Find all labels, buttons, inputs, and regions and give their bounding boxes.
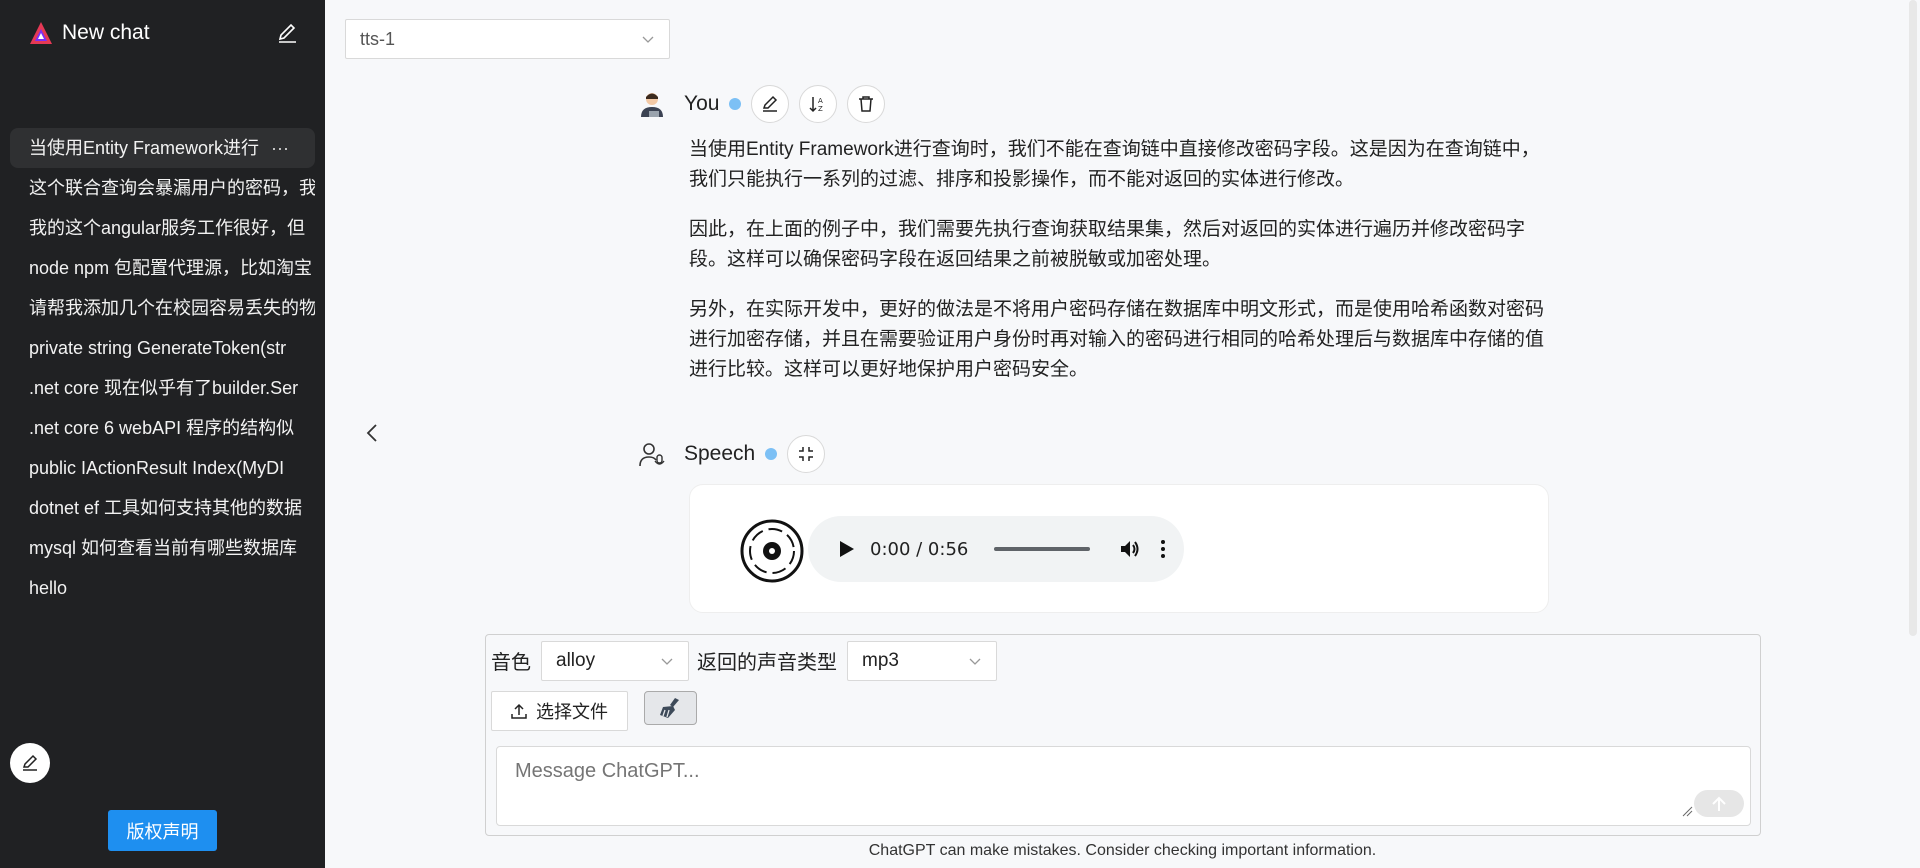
- collapse-sidebar-icon[interactable]: [362, 422, 384, 444]
- history-item-label: 当使用Entity Framework进行: [29, 138, 260, 158]
- fullscreen-button[interactable]: [787, 435, 826, 473]
- app-logo-icon: [30, 22, 52, 44]
- choose-file-button[interactable]: 选择文件: [491, 691, 628, 731]
- audio-time: 0:00 / 0:56: [870, 538, 969, 560]
- history-item-label: .net core 6 webAPI 程序的结构似: [29, 418, 295, 438]
- voice-avatar-icon: [639, 443, 665, 467]
- history-item[interactable]: .net core 现在似乎有了builder.Ser: [10, 368, 315, 408]
- arrow-up-icon: [1712, 796, 1726, 811]
- sidebar-header[interactable]: New chat: [28, 18, 300, 48]
- upload-icon: [511, 703, 527, 719]
- resize-grip-icon[interactable]: [1681, 805, 1693, 817]
- music-disc-icon: [740, 519, 804, 583]
- compose-panel: 音色 alloy 返回的声音类型 mp3 选择文件: [485, 634, 1761, 836]
- main-scrollbar[interactable]: [1906, 0, 1920, 636]
- history-item-label: 我的这个angular服务工作很好，但: [29, 218, 306, 238]
- message-input[interactable]: [496, 746, 1751, 826]
- compress-icon: [799, 447, 814, 461]
- status-dot: [765, 448, 778, 460]
- message-paragraph: 当使用Entity Framework进行查询时，我们不能在查询链中直接修改密码…: [689, 139, 1540, 190]
- history-item-label: public IActionResult Index(MyDI: [29, 458, 285, 478]
- history-item[interactable]: node npm 包配置代理源，比如淘宝: [10, 248, 315, 288]
- sort-ascending-icon: A Z: [809, 97, 823, 113]
- history-item[interactable]: mysql 如何查看当前有哪些数据库: [10, 528, 315, 568]
- user-message-header: You A Z: [638, 85, 886, 123]
- more-vertical-icon[interactable]: [1156, 537, 1170, 561]
- history-item-label: .net core 现在似乎有了builder.Ser: [29, 378, 299, 398]
- history-item[interactable]: dotnet ef 工具如何支持其他的数据: [10, 488, 315, 528]
- history-item-label: 请帮我添加几个在校园容易丢失的物: [29, 298, 315, 318]
- history-item[interactable]: 当使用Entity Framework进行 ···: [10, 128, 315, 168]
- pencil-icon: [763, 95, 778, 112]
- message-paragraph: 因此，在上面的例子中，我们需要先执行查询获取结果集，然后对返回的实体进行遍历并修…: [689, 219, 1526, 270]
- trash-icon: [859, 96, 874, 112]
- history-item[interactable]: 这个联合查询会暴漏用户的密码，我: [10, 168, 315, 208]
- chevron-down-icon: [969, 658, 981, 665]
- history-item[interactable]: public IActionResult Index(MyDI: [10, 448, 315, 488]
- audio-progress-slider[interactable]: [994, 547, 1091, 551]
- history-item[interactable]: 请帮我添加几个在校园容易丢失的物: [10, 288, 315, 328]
- user-message-body: 当使用Entity Framework进行查询时，我们不能在查询链中直接修改密码…: [689, 135, 1551, 405]
- history-item-label: dotnet ef 工具如何支持其他的数据: [29, 498, 303, 518]
- sidebar: New chat 当使用Entity Framework进行 ··· 这个联合查…: [0, 0, 325, 868]
- more-options-icon[interactable]: ···: [271, 128, 289, 168]
- voice-select-value: alloy: [556, 650, 596, 671]
- model-select[interactable]: tts-1: [345, 19, 670, 59]
- new-chat-edit-icon[interactable]: [274, 20, 300, 46]
- speaker-name: You: [684, 92, 720, 115]
- pencil-icon: [22, 754, 38, 771]
- svg-text:A: A: [818, 97, 823, 105]
- audio-player[interactable]: 0:00 / 0:56: [808, 516, 1184, 582]
- message-paragraph: 另外，在实际开发中，更好的做法是不将用户密码存储在数据库中明文形式，而是使用哈希…: [689, 299, 1545, 380]
- chat-history-list: 当使用Entity Framework进行 ··· 这个联合查询会暴漏用户的密码…: [10, 128, 315, 608]
- play-icon[interactable]: [836, 539, 856, 559]
- format-label: 返回的声音类型: [697, 652, 837, 674]
- volume-icon[interactable]: [1118, 537, 1142, 561]
- audio-card: 0:00 / 0:56: [689, 484, 1549, 613]
- speaker-name: Speech: [684, 442, 756, 465]
- sort-button[interactable]: A Z: [799, 85, 838, 123]
- history-item[interactable]: hello: [10, 568, 315, 608]
- chevron-down-icon: [661, 658, 673, 665]
- history-item-label: hello: [29, 578, 68, 598]
- model-select-value: tts-1: [360, 29, 396, 49]
- voice-label: 音色: [491, 652, 531, 674]
- send-button[interactable]: [1694, 790, 1744, 817]
- format-select-value: mp3: [862, 650, 899, 671]
- svg-text:Z: Z: [818, 105, 823, 113]
- new-chat-title[interactable]: New chat: [62, 21, 150, 45]
- history-item-label: private string GenerateToken(str: [29, 338, 287, 358]
- speech-message-header: Speech: [638, 435, 826, 473]
- scrollbar-thumb[interactable]: [1909, 0, 1917, 636]
- voice-select[interactable]: alloy: [541, 641, 689, 681]
- format-select[interactable]: mp3: [847, 641, 997, 681]
- copyright-button[interactable]: 版权声明: [108, 810, 217, 851]
- choose-file-label: 选择文件: [536, 702, 608, 722]
- user-avatar-icon: [641, 93, 663, 117]
- history-item[interactable]: 我的这个angular服务工作很好，但: [10, 208, 315, 248]
- chevron-down-icon: [642, 36, 654, 43]
- history-item[interactable]: private string GenerateToken(str: [10, 328, 315, 368]
- history-item-label: mysql 如何查看当前有哪些数据库: [29, 538, 298, 558]
- delete-message-button[interactable]: [847, 85, 886, 123]
- history-item-label: 这个联合查询会暴漏用户的密码，我: [29, 178, 315, 198]
- history-item-label: node npm 包配置代理源，比如淘宝: [29, 258, 313, 278]
- status-dot: [729, 98, 742, 110]
- floating-edit-button[interactable]: [10, 743, 50, 783]
- edit-message-button[interactable]: [751, 85, 790, 123]
- history-item[interactable]: .net core 6 webAPI 程序的结构似: [10, 408, 315, 448]
- clear-button[interactable]: [644, 691, 697, 725]
- broom-icon: [659, 698, 679, 718]
- disclaimer: ChatGPT can make mistakes. Consider chec…: [868, 842, 1377, 859]
